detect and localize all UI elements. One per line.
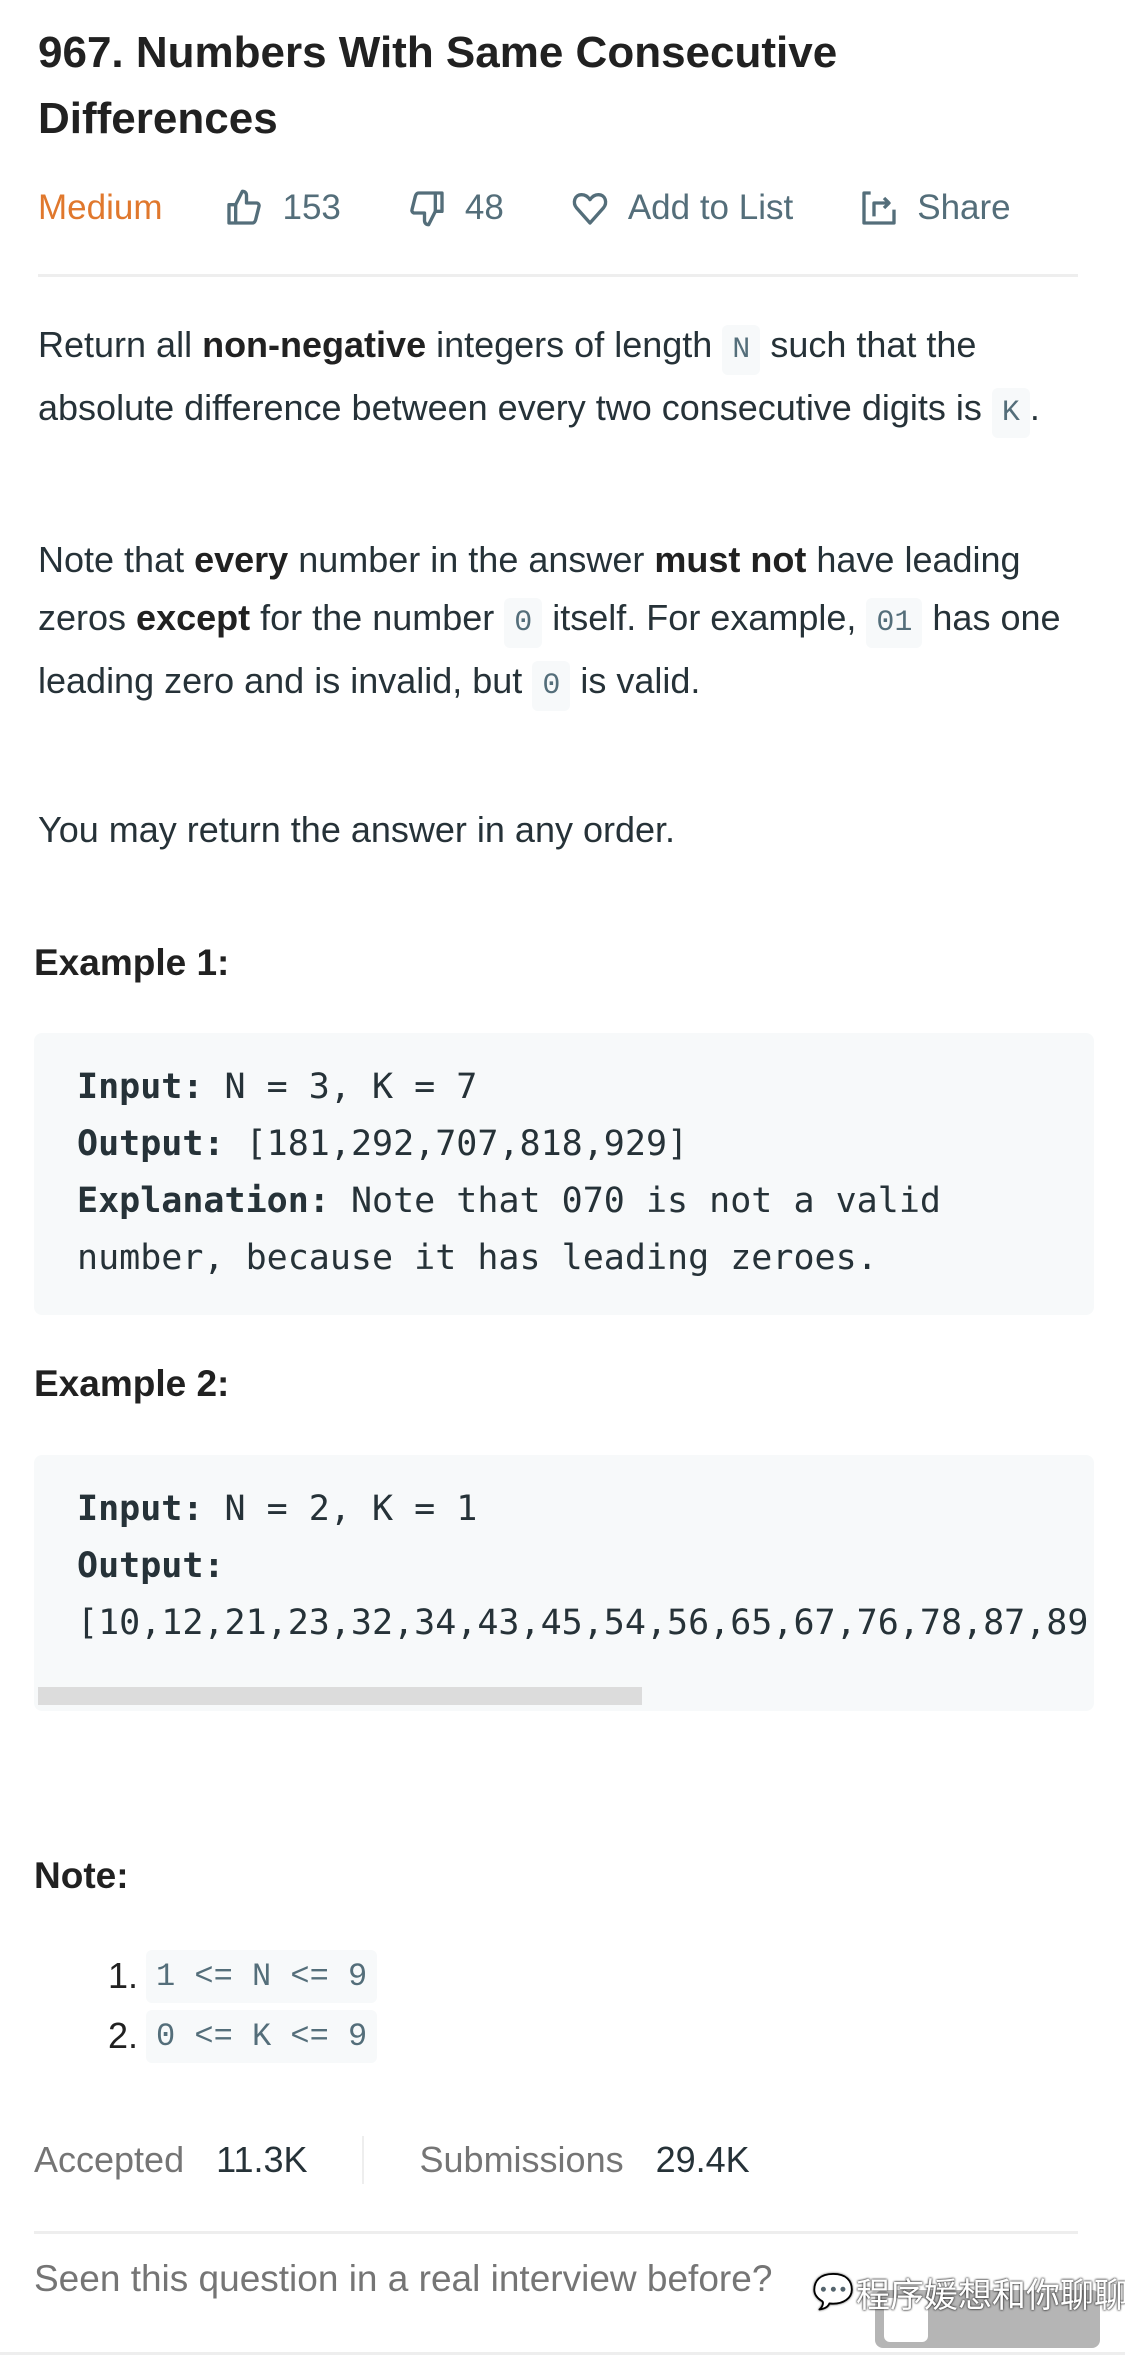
inline-code: K xyxy=(991,388,1030,438)
bottom-divider xyxy=(0,2352,1125,2355)
problem-meta-bar: Medium 153 48 Add to List Share xyxy=(38,180,1077,236)
problem-title: 967. Numbers With Same Consecutive Diffe… xyxy=(38,28,838,143)
example-1-code: Input: N = 3, K = 7 Output: [181,292,707… xyxy=(34,1033,1094,1287)
example-2-code-block: Input: N = 2, K = 1 Output: [10,12,21,23… xyxy=(34,1455,1094,1711)
stats-divider xyxy=(34,2231,1078,2234)
list-number: 2. xyxy=(107,2015,138,2056)
text: itself. For example, xyxy=(542,597,867,638)
code-value: Note that 070 is not a valid xyxy=(329,1181,941,1221)
inline-code: N xyxy=(722,325,761,375)
note-heading: Note: xyxy=(34,1855,129,1896)
example-1-heading: Example 1: xyxy=(34,942,230,983)
watermark-text: 程序媛想和你聊聊 xyxy=(856,2277,1125,2315)
interview-question-prompt[interactable]: Seen this question in a real interview b… xyxy=(34,2258,772,2300)
add-to-list-label: Add to List xyxy=(627,188,794,227)
text: . xyxy=(1029,387,1040,428)
add-to-list-button[interactable]: Add to List xyxy=(570,188,793,228)
inline-code: 0 <= K <= 9 xyxy=(146,2009,378,2063)
code-label: Input: xyxy=(77,1489,204,1529)
bold-text: except xyxy=(136,597,251,638)
heart-icon xyxy=(572,193,608,225)
list-number: 1. xyxy=(107,1955,138,1996)
text: is valid. xyxy=(570,660,701,701)
description-paragraph-1: Return all non-negative integers of leng… xyxy=(38,316,1088,442)
difficulty-badge: Medium xyxy=(38,188,163,227)
note-list: 1. 1 <= N <= 9 2. 0 <= K <= 9 xyxy=(38,1946,378,2066)
example-1-code-block: Input: N = 3, K = 7 Output: [181,292,707… xyxy=(34,1033,1094,1315)
example-2-heading: Example 2: xyxy=(34,1363,230,1404)
inline-code: 1 <= N <= 9 xyxy=(146,1949,378,2003)
code-value: N = 2, K = 1 xyxy=(203,1489,478,1529)
note-item: 1. 1 <= N <= 9 xyxy=(38,1946,378,2006)
code-value: number, because it has leading zeroes. xyxy=(77,1238,878,1278)
text: for the number xyxy=(250,597,505,638)
code-value: N = 3, K = 7 xyxy=(203,1067,478,1107)
text: number in the answer xyxy=(288,539,655,580)
text: Note that xyxy=(38,539,195,580)
description-paragraph-2: Note that every number in the answer mus… xyxy=(38,531,1088,715)
wechat-icon: 💬 xyxy=(812,2273,855,2311)
bold-text: non-negative xyxy=(202,324,427,365)
inline-code: 01 xyxy=(866,598,923,648)
code-label: Output: xyxy=(77,1124,225,1164)
share-label: Share xyxy=(917,188,1011,227)
accepted-label: Accepted xyxy=(34,2139,185,2180)
inline-code: 0 xyxy=(532,661,571,711)
example-2-code: Input: N = 2, K = 1 Output: [10,12,21,23… xyxy=(34,1455,1094,1652)
submission-stats: Accepted 11.3K Submissions 29.4K xyxy=(34,2130,750,2190)
code-label: Input: xyxy=(77,1067,204,1107)
header-divider xyxy=(38,274,1078,277)
like-button[interactable]: 153 xyxy=(224,188,341,228)
like-count: 153 xyxy=(282,188,341,227)
dislike-button[interactable]: 48 xyxy=(407,188,504,228)
note-item: 2. 0 <= K <= 9 xyxy=(38,2006,378,2066)
stats-separator xyxy=(361,2136,364,2184)
code-label: Explanation: xyxy=(77,1181,330,1221)
thumbs-up-icon xyxy=(227,189,262,225)
submissions-label: Submissions xyxy=(419,2139,624,2180)
text: integers of length xyxy=(426,324,723,365)
horizontal-scrollbar[interactable] xyxy=(38,1687,642,1705)
code-label: Output: xyxy=(77,1546,225,1586)
dislike-count: 48 xyxy=(464,188,504,227)
description-paragraph-3: You may return the answer in any order. xyxy=(38,809,676,850)
share-button[interactable]: Share xyxy=(859,188,1011,228)
inline-code: 0 xyxy=(504,598,543,648)
code-value: [181,292,707,818,929] xyxy=(224,1124,689,1164)
submissions-value: 29.4K xyxy=(655,2139,750,2180)
thumbs-down-icon xyxy=(410,191,444,227)
accepted-value: 11.3K xyxy=(216,2139,308,2180)
text: Return all xyxy=(38,324,203,365)
share-icon xyxy=(862,191,896,225)
code-value: [10,12,21,23,32,34,43,45,54,56,65,67,76,… xyxy=(77,1603,1094,1643)
bold-text: every xyxy=(194,539,289,580)
bold-text: must not xyxy=(654,539,807,580)
